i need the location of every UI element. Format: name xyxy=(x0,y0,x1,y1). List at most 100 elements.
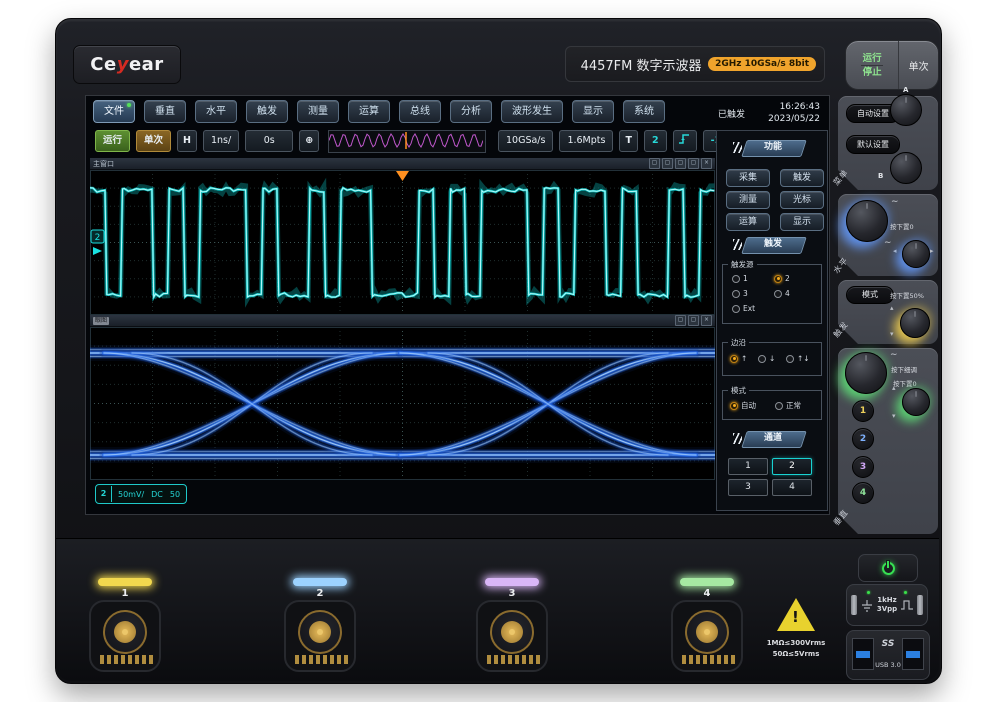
default-setup-button[interactable]: 默认设置 xyxy=(846,135,900,154)
edge-radio-falling[interactable]: ↓ xyxy=(758,354,775,363)
edge-radio-rising[interactable]: ↑ xyxy=(730,354,747,363)
window-close-button[interactable]: × xyxy=(701,158,712,169)
menu-wavegen[interactable]: 波形发生 xyxy=(501,100,563,123)
vertical-scale-knob[interactable] xyxy=(845,352,887,394)
channel-4-bnc-input[interactable] xyxy=(671,600,743,672)
radio-label: 自动 xyxy=(741,400,756,411)
brand-logo: Ceyear xyxy=(73,45,181,84)
run-stop-button[interactable]: 运行 停止 xyxy=(846,41,899,89)
bnc-center xyxy=(696,621,718,643)
usb-port-1[interactable] xyxy=(852,638,874,670)
channel-2-number: 2 xyxy=(310,588,330,599)
hw-channel-2-button[interactable]: 2 xyxy=(852,428,874,450)
down-arrow: ▾ xyxy=(892,412,896,420)
knob-a-label: A xyxy=(903,86,908,94)
channel-button-2[interactable]: 2 xyxy=(772,458,812,475)
ground-icon xyxy=(860,598,874,612)
probe-comp-terminals[interactable]: 1kHz 3Vpp xyxy=(846,584,928,626)
radio-label: Ext xyxy=(743,304,755,313)
window-button[interactable]: ▢ xyxy=(688,158,699,169)
bnc-center xyxy=(114,621,136,643)
softkey-acquire[interactable]: 采集 xyxy=(726,169,770,187)
power-icon xyxy=(882,562,895,575)
run-stop-single-control: 运行 停止 单次 xyxy=(845,40,939,90)
hw-channel-4-button[interactable]: 4 xyxy=(852,482,874,504)
radio-label: 1 xyxy=(743,274,748,283)
bnc-center xyxy=(309,621,331,643)
eye-window-titlebar[interactable]: 眼图 ▢ ▢ × xyxy=(90,315,715,327)
menu-file[interactable]: 文件 xyxy=(93,100,135,123)
trigger-mode-button[interactable]: 模式 xyxy=(846,286,894,304)
source-radio-3[interactable]: 3 xyxy=(732,289,748,298)
clock: 16:26:43 2023/05/22 xyxy=(758,101,820,125)
mode-radio-normal[interactable]: 正常 xyxy=(775,400,801,411)
edge-label: 边沿 xyxy=(728,337,749,348)
multipurpose-knob-b[interactable] xyxy=(890,152,922,184)
channel-3-bnc-input[interactable] xyxy=(476,600,548,672)
trigger-source-value[interactable]: 2 xyxy=(644,130,667,152)
softkey-measure[interactable]: 测量 xyxy=(726,191,770,209)
model-nameplate: 4457FM 数字示波器 2GHz 10GSa/s 8bit xyxy=(565,46,825,82)
menu-analysis[interactable]: 分析 xyxy=(450,100,492,123)
press-zero-hint: 按下置0 xyxy=(890,221,914,231)
horizontal-scale-knob[interactable] xyxy=(846,200,888,242)
window-button[interactable]: ▢ xyxy=(688,315,699,326)
probe-comp-contact[interactable] xyxy=(851,595,857,615)
window-button[interactable]: ▢ xyxy=(662,158,673,169)
vertical-position-knob[interactable] xyxy=(902,388,930,416)
radio-icon xyxy=(774,290,782,298)
zoom-icon[interactable]: ⊕ xyxy=(299,130,319,152)
menu-system[interactable]: 系统 xyxy=(623,100,665,123)
timebase-value[interactable]: 1ns/ xyxy=(203,130,239,152)
right-arrow: ▸ xyxy=(930,247,934,255)
window-button[interactable]: ▢ xyxy=(675,158,686,169)
channel-button-4[interactable]: 4 xyxy=(772,479,812,496)
edge-radio-both[interactable]: ↑↓ xyxy=(786,354,810,363)
trigger-label: T xyxy=(619,130,637,152)
menu-display[interactable]: 显示 xyxy=(572,100,614,123)
single-button[interactable]: 单次 xyxy=(899,41,938,89)
menu-bus[interactable]: 总线 xyxy=(399,100,441,123)
channel-1-bnc-input[interactable] xyxy=(89,600,161,672)
run-indicator[interactable]: 运行 xyxy=(95,130,130,152)
probe-comp-contact[interactable] xyxy=(917,595,923,615)
source-radio-1[interactable]: 1 xyxy=(732,274,748,283)
softkey-cursor[interactable]: 光标 xyxy=(780,191,824,209)
main-window-titlebar[interactable]: 主窗口 ▢ ▢ ▢ ▢ × xyxy=(90,158,715,170)
source-radio-4[interactable]: 4 xyxy=(774,289,790,298)
window-button[interactable]: ▢ xyxy=(675,315,686,326)
hw-channel-1-button[interactable]: 1 xyxy=(852,400,874,422)
channel-button-1[interactable]: 1 xyxy=(728,458,768,475)
single-indicator[interactable]: 单次 xyxy=(136,130,171,152)
menu-measure[interactable]: 测量 xyxy=(297,100,339,123)
horizontal-position-knob[interactable] xyxy=(902,240,930,268)
softkey-trigger[interactable]: 触发 xyxy=(780,169,824,187)
mode-radio-auto[interactable]: 自动 xyxy=(730,400,756,411)
square-wave-icon xyxy=(900,598,914,612)
softkey-display[interactable]: 显示 xyxy=(780,213,824,231)
channel-readout-badge[interactable]: 2 50mV/ DC 50 xyxy=(95,484,187,504)
usb-port-2[interactable] xyxy=(902,638,924,670)
softkey-math[interactable]: 运算 xyxy=(726,213,770,231)
rising-edge-icon[interactable] xyxy=(673,130,697,152)
trigger-level-knob[interactable] xyxy=(900,308,930,338)
menu-horizontal[interactable]: 水平 xyxy=(195,100,237,123)
menu-vertical[interactable]: 垂直 xyxy=(144,100,186,123)
channel-2-bnc-input[interactable] xyxy=(284,600,356,672)
warning-exclamation: ! xyxy=(792,608,799,626)
window-button[interactable]: ▢ xyxy=(649,158,660,169)
waveform-preview[interactable] xyxy=(328,130,486,153)
multipurpose-knob-a[interactable] xyxy=(890,94,922,126)
window-close-button[interactable]: × xyxy=(701,315,712,326)
menu-math[interactable]: 运算 xyxy=(348,100,390,123)
source-radio-2[interactable]: 2 xyxy=(774,274,790,283)
menu-trigger[interactable]: 触发 xyxy=(246,100,288,123)
hw-channel-3-button[interactable]: 3 xyxy=(852,456,874,478)
radio-icon xyxy=(775,402,783,410)
radio-label: ↓ xyxy=(769,354,775,363)
channel-button-3[interactable]: 3 xyxy=(728,479,768,496)
time: 16:26:43 xyxy=(758,101,820,113)
power-button[interactable] xyxy=(858,554,918,582)
source-radio-ext[interactable]: Ext xyxy=(732,304,755,313)
horizontal-position[interactable]: 0s xyxy=(245,130,293,152)
